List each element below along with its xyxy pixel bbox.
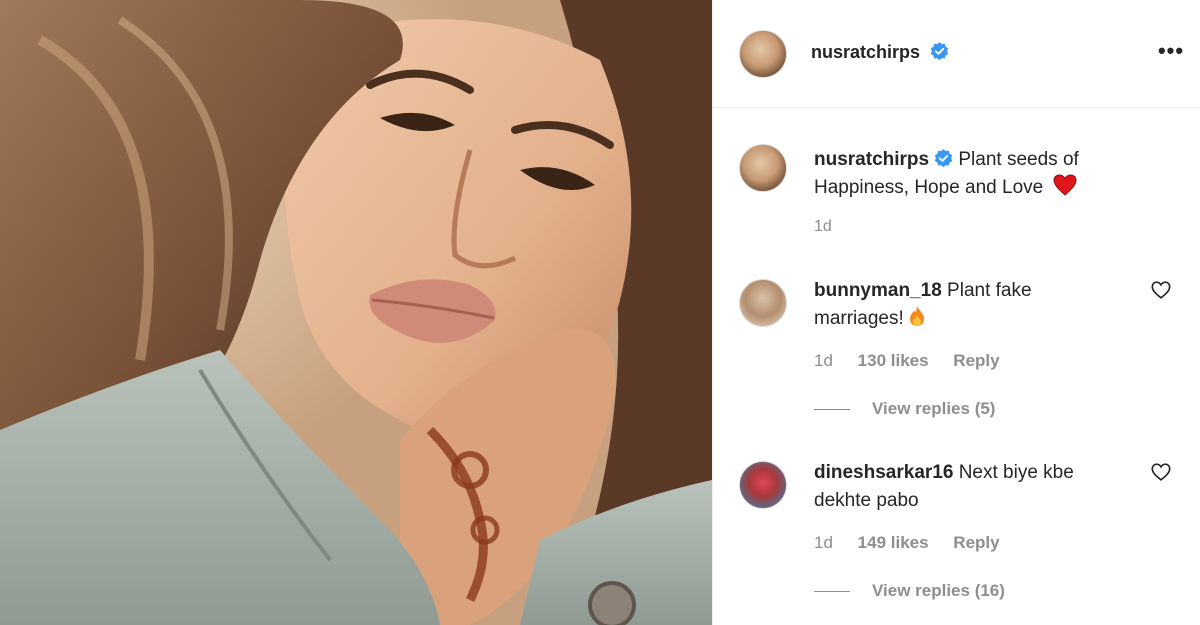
reply-button[interactable]: Reply	[953, 351, 999, 370]
comment-text-block: bunnyman_18 Plant fake marriages!	[814, 277, 1104, 333]
comment-username[interactable]: dineshsarkar16	[814, 462, 953, 483]
verified-badge-icon	[934, 149, 953, 168]
commenter-avatar[interactable]	[739, 461, 787, 509]
comment-timestamp[interactable]: 1d	[814, 351, 833, 370]
portrait-photo-illustration	[0, 0, 712, 625]
caption-text-block: nusratchirps Plant seeds of Happiness, H…	[814, 146, 1114, 202]
view-replies-label[interactable]: View replies (5)	[872, 399, 995, 418]
comment-likes[interactable]: 149 likes	[858, 533, 929, 552]
caption-username[interactable]: nusratchirps	[814, 149, 929, 170]
view-replies-button[interactable]: View replies (5)	[814, 399, 995, 419]
comment-timestamp[interactable]: 1d	[814, 533, 833, 552]
replies-divider	[814, 409, 850, 411]
comment-text-block: dineshsarkar16 Next biye kbe dekhte pabo	[814, 459, 1104, 515]
comment-item: dineshsarkar16 Next biye kbe dekhte pabo…	[713, 459, 1200, 601]
post-details-panel: nusratchirps ••• nusratchirps Plant seed…	[712, 0, 1200, 625]
comment-username[interactable]: bunnyman_18	[814, 280, 942, 301]
caption-author-avatar[interactable]	[739, 144, 787, 192]
caption-timestamp[interactable]: 1d	[814, 218, 832, 236]
heart-outline-icon[interactable]	[1150, 461, 1172, 483]
verified-badge-icon	[930, 42, 949, 61]
red-heart-emoji	[1052, 174, 1077, 196]
post-photo[interactable]	[0, 0, 712, 625]
replies-divider	[814, 591, 850, 593]
reply-button[interactable]: Reply	[953, 533, 999, 552]
comment-likes[interactable]: 130 likes	[858, 351, 929, 370]
fire-emoji	[909, 306, 924, 326]
comment-meta: 1d 149 likes Reply	[814, 533, 1020, 553]
commenter-avatar[interactable]	[739, 279, 787, 327]
post-header: nusratchirps •••	[713, 0, 1200, 108]
view-replies-button[interactable]: View replies (16)	[814, 581, 1005, 601]
view-replies-label[interactable]: View replies (16)	[872, 581, 1005, 600]
heart-outline-icon[interactable]	[1150, 279, 1172, 301]
author-username-row[interactable]: nusratchirps	[811, 42, 949, 63]
more-options-button[interactable]: •••	[1157, 40, 1185, 68]
author-avatar[interactable]	[739, 30, 787, 78]
comment-meta: 1d 130 likes Reply	[814, 351, 1020, 371]
author-username[interactable]: nusratchirps	[811, 42, 920, 62]
comment-item: bunnyman_18 Plant fake marriages! 1d 130…	[713, 277, 1200, 419]
